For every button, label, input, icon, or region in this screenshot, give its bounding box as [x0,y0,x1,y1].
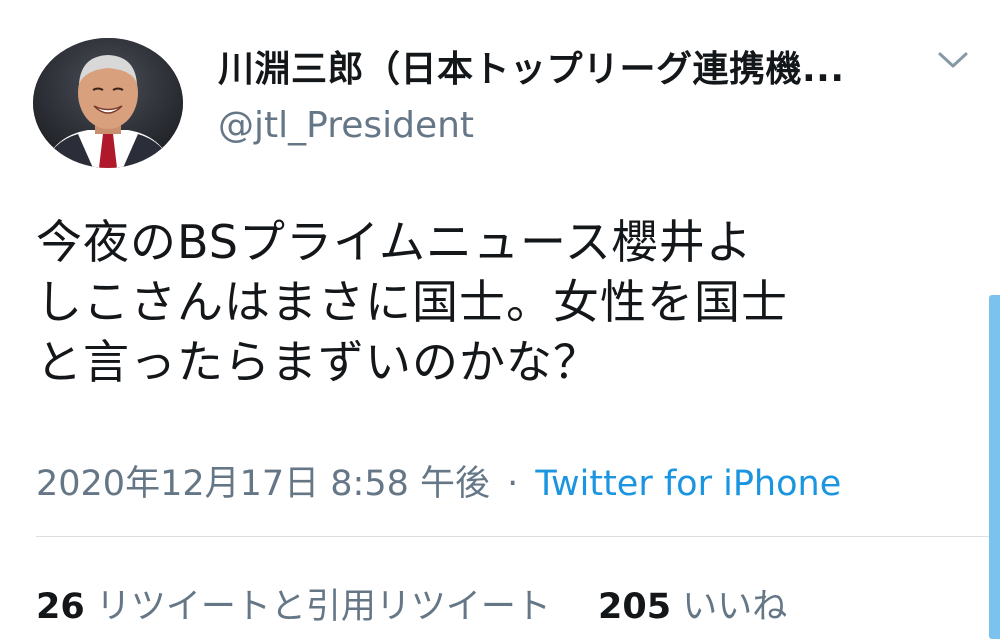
tweet-stats: 26 リツイートと引用リツイート 205 いいね [36,578,787,629]
tweet-source-link[interactable]: Twitter for iPhone [535,464,841,504]
tweet-meta: 2020年12月17日 8:58 午後 · Twitter for iPhone [36,455,841,506]
likes-count: 205 [598,587,672,627]
chevron-down-icon[interactable] [936,46,970,72]
avatar[interactable] [33,38,183,168]
retweets-count: 26 [36,587,85,627]
tweet-text-line: 今夜のBSプライムニュース櫻井よ [36,215,753,269]
tweet-text: 今夜のBSプライムニュース櫻井よ しこさんはまさに国士。女性を国士 と言ったらま… [36,212,976,392]
tweet-timestamp[interactable]: 2020年12月17日 8:58 午後 [36,464,490,504]
tweet-text-line: しこさんはまさに国士。女性を国士 [36,275,788,329]
tweet-text-line: と言ったらまずいのかな？ [36,335,600,389]
tweet-detail: 川淵三郎（日本トップリーグ連携機... @jtl_President 今夜のBS… [0,0,1000,639]
retweets-label: リツイートと引用リツイート [95,587,551,627]
meta-separator: · [507,464,519,504]
likes-label: いいね [682,587,788,627]
divider [36,536,1000,537]
scrollbar[interactable] [989,295,1000,639]
user-handle[interactable]: @jtl_President [218,105,474,146]
profile-photo-icon [33,38,183,168]
likes-stat[interactable]: 205 いいね [598,587,787,627]
display-name[interactable]: 川淵三郎（日本トップリーグ連携機... [218,40,898,92]
retweets-stat[interactable]: 26 リツイートと引用リツイート [36,587,562,627]
